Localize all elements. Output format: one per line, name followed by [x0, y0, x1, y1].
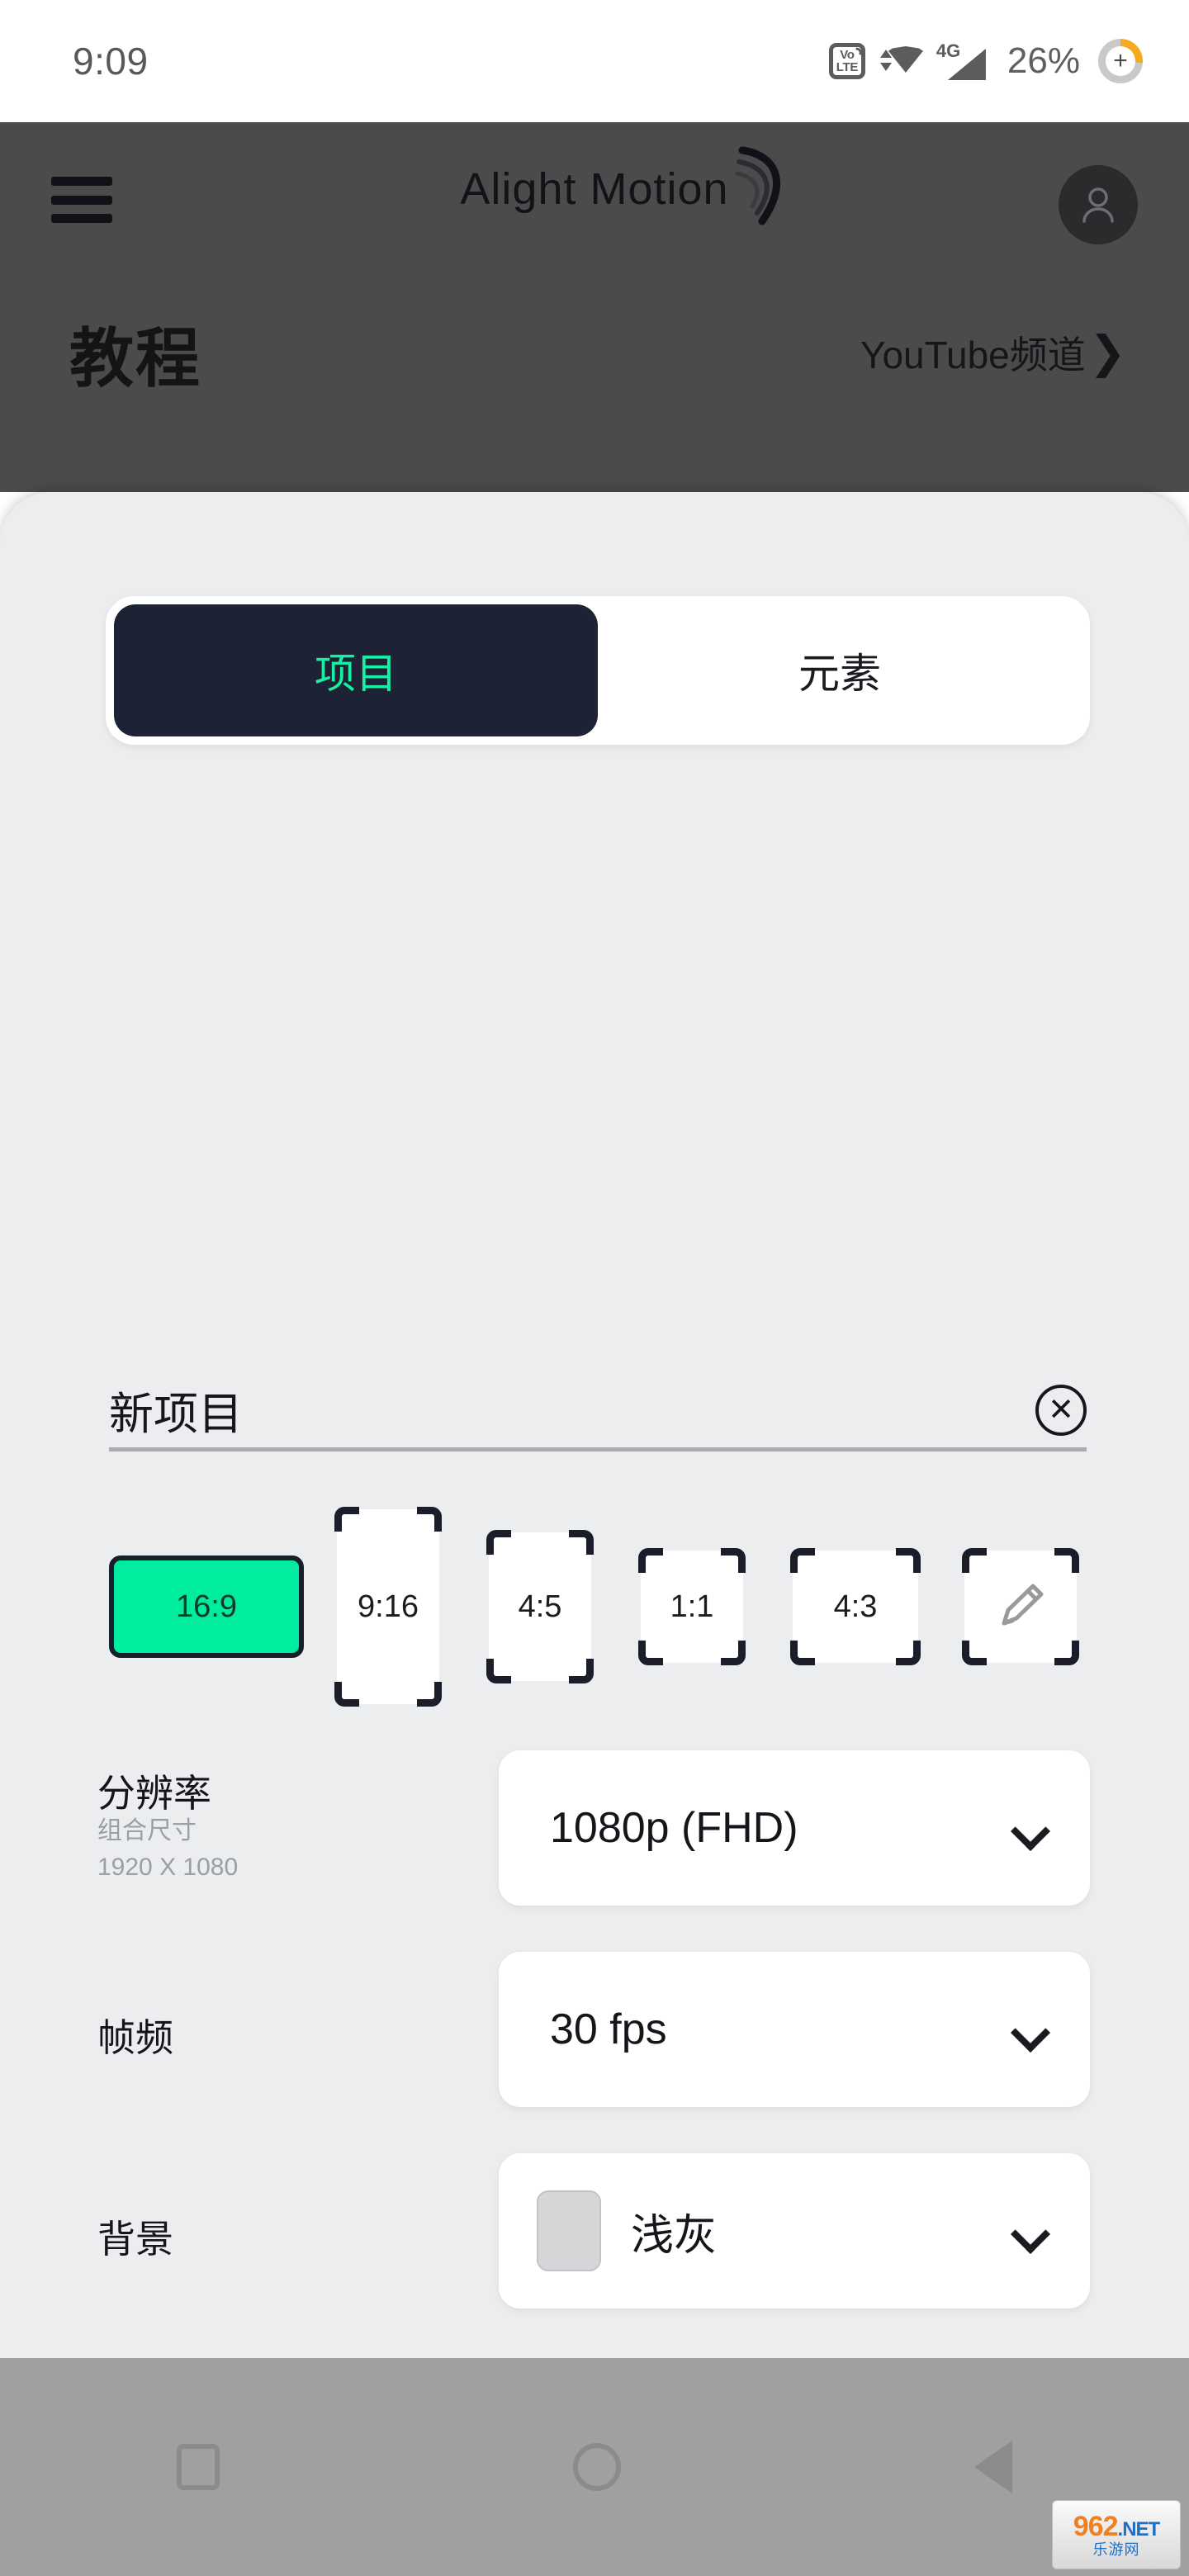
watermark-tld: .NET — [1117, 2518, 1161, 2540]
framerate-row: 帧频 30 fps — [0, 1952, 1189, 2107]
new-project-sheet: 项目 元素 新项目 ✕ 16:9 9:16 4:5 1:1 4:3 分辨率 组合… — [0, 492, 1189, 2462]
bracket-tr — [721, 1548, 746, 1573]
bracket-br — [1054, 1641, 1079, 1665]
back-triangle-icon[interactable] — [974, 2441, 1012, 2493]
hamburger-bar-3 — [51, 214, 112, 223]
aspect-ratio-4-5[interactable]: 4:5 — [486, 1530, 594, 1683]
resolution-row: 分辨率 组合尺寸 1920 X 1080 1080p (FHD) — [0, 1750, 1189, 1915]
aspect-ratio-4-3-label: 4:3 — [833, 1589, 878, 1624]
status-bar-clock: 9:09 — [73, 40, 149, 83]
youtube-channel-label: YouTube频道 — [860, 334, 1086, 376]
phone-screen: 9:09 Vo LTE 4G 26% + Alight Motion 教程 Yo… — [0, 0, 1189, 2576]
app-brand: Alight Motion — [0, 146, 1189, 225]
aspect-ratio-1-1-label: 1:1 — [670, 1589, 714, 1624]
youtube-channel-link[interactable]: YouTube频道 ❯ — [860, 325, 1126, 380]
battery-charging-icon: + — [1098, 39, 1143, 83]
chevron-right-icon: ❯ — [1088, 327, 1126, 377]
resolution-dimensions: 1920 X 1080 — [97, 1854, 239, 1881]
bracket-tl — [962, 1548, 987, 1573]
watermark-cn-label: 乐游网 — [1092, 2541, 1140, 2558]
app-header-top-row: Alight Motion — [0, 122, 1189, 271]
sheet-tabs: 项目 元素 — [106, 596, 1090, 745]
aspect-ratio-4-5-label: 4:5 — [518, 1589, 562, 1624]
resolution-select[interactable]: 1080p (FHD) — [499, 1750, 1090, 1906]
wifi-icon — [879, 43, 923, 79]
resolution-value: 1080p (FHD) — [550, 1804, 798, 1852]
brand-swoosh-icon — [735, 146, 780, 225]
avatar-person-glyph — [1082, 187, 1114, 223]
home-circle-icon[interactable] — [573, 2443, 621, 2491]
battery-plus-label: + — [1113, 47, 1128, 74]
watermark-number: 962 — [1073, 2511, 1119, 2542]
aspect-ratio-9-16-label: 9:16 — [358, 1589, 419, 1624]
chevron-down-icon — [1014, 1817, 1052, 1839]
background-value: 浅灰 — [631, 2211, 718, 2260]
bracket-tr — [417, 1507, 442, 1532]
bracket-tr — [569, 1530, 594, 1555]
bracket-bl — [962, 1641, 987, 1665]
aspect-ratio-1-1[interactable]: 1:1 — [638, 1548, 746, 1665]
bracket-tr — [1054, 1548, 1079, 1573]
aspect-ratio-4-3[interactable]: 4:3 — [790, 1548, 921, 1665]
framerate-label: 帧频 — [97, 2016, 173, 2059]
chevron-down-icon — [1014, 2220, 1052, 2242]
bracket-bl — [638, 1641, 663, 1665]
app-brand-label: Alight Motion — [460, 164, 729, 214]
volte-icon: Vo LTE — [828, 43, 865, 79]
resolution-sublabel: 组合尺寸 — [97, 1817, 197, 1844]
wifi-fan-glyph — [888, 46, 923, 73]
framerate-value: 30 fps — [550, 2005, 667, 2053]
tab-projects[interactable]: 项目 — [114, 604, 598, 736]
framerate-select[interactable]: 30 fps — [499, 1952, 1090, 2107]
background-color-swatch — [537, 2190, 601, 2271]
clear-name-icon[interactable]: ✕ — [1035, 1384, 1087, 1436]
project-name-value[interactable]: 新项目 — [109, 1377, 243, 1442]
bracket-tr — [896, 1548, 921, 1573]
bracket-bl — [486, 1659, 511, 1683]
aspect-ratio-16-9[interactable]: 16:9 — [109, 1556, 304, 1658]
volte-top-label: Vo — [840, 48, 855, 62]
network-type-label: 4G — [936, 40, 961, 61]
pencil-edit-icon — [1002, 1584, 1044, 1626]
background-label: 背景 — [97, 2218, 173, 2261]
bracket-bl — [334, 1682, 359, 1707]
chevron-down-icon — [1014, 2019, 1052, 2040]
aspect-ratio-chooser: 16:9 9:16 4:5 1:1 4:3 — [109, 1507, 1100, 1707]
battery-percent-label: 26% — [1007, 40, 1080, 81]
app-header: Alight Motion 教程 YouTube频道 ❯ — [0, 122, 1189, 492]
bracket-br — [417, 1682, 442, 1707]
project-name-field[interactable]: 新项目 ✕ — [109, 1372, 1087, 1451]
volte-wave-glyph — [855, 47, 863, 55]
recents-square-icon[interactable] — [177, 2444, 220, 2490]
background-select[interactable]: 浅灰 — [499, 2153, 1090, 2308]
bracket-br — [896, 1641, 921, 1665]
background-row: 背景 浅灰 — [0, 2153, 1189, 2308]
bracket-br — [721, 1641, 746, 1665]
tab-elements[interactable]: 元素 — [598, 604, 1082, 736]
wifi-up-arrow-glyph — [879, 50, 892, 58]
bracket-tl — [486, 1530, 511, 1555]
status-bar: 9:09 Vo LTE 4G 26% + — [0, 0, 1189, 122]
signal-4g-icon: 4G — [936, 40, 986, 80]
volte-bottom-label: LTE — [836, 60, 859, 74]
user-avatar-icon[interactable] — [1059, 165, 1138, 244]
android-nav-bar: 962.NET 乐游网 — [0, 2358, 1189, 2576]
page-title: 教程 — [69, 322, 202, 395]
bracket-br — [569, 1659, 594, 1683]
bracket-bl — [790, 1641, 815, 1665]
status-bar-icons: Vo LTE 4G 26% + — [828, 39, 1143, 83]
bracket-tl — [638, 1548, 663, 1573]
watermark-top-line: 962.NET — [1073, 2511, 1161, 2542]
wifi-down-arrow-glyph — [879, 63, 892, 71]
site-watermark: 962.NET 乐游网 — [1052, 2500, 1181, 2569]
aspect-ratio-custom[interactable] — [962, 1548, 1079, 1665]
aspect-ratio-9-16[interactable]: 9:16 — [334, 1507, 442, 1707]
resolution-label: 分辨率 — [97, 1772, 211, 1815]
bracket-tl — [790, 1548, 815, 1573]
tutorial-row: 教程 YouTube频道 ❯ — [0, 271, 1189, 436]
bracket-tl — [334, 1507, 359, 1532]
